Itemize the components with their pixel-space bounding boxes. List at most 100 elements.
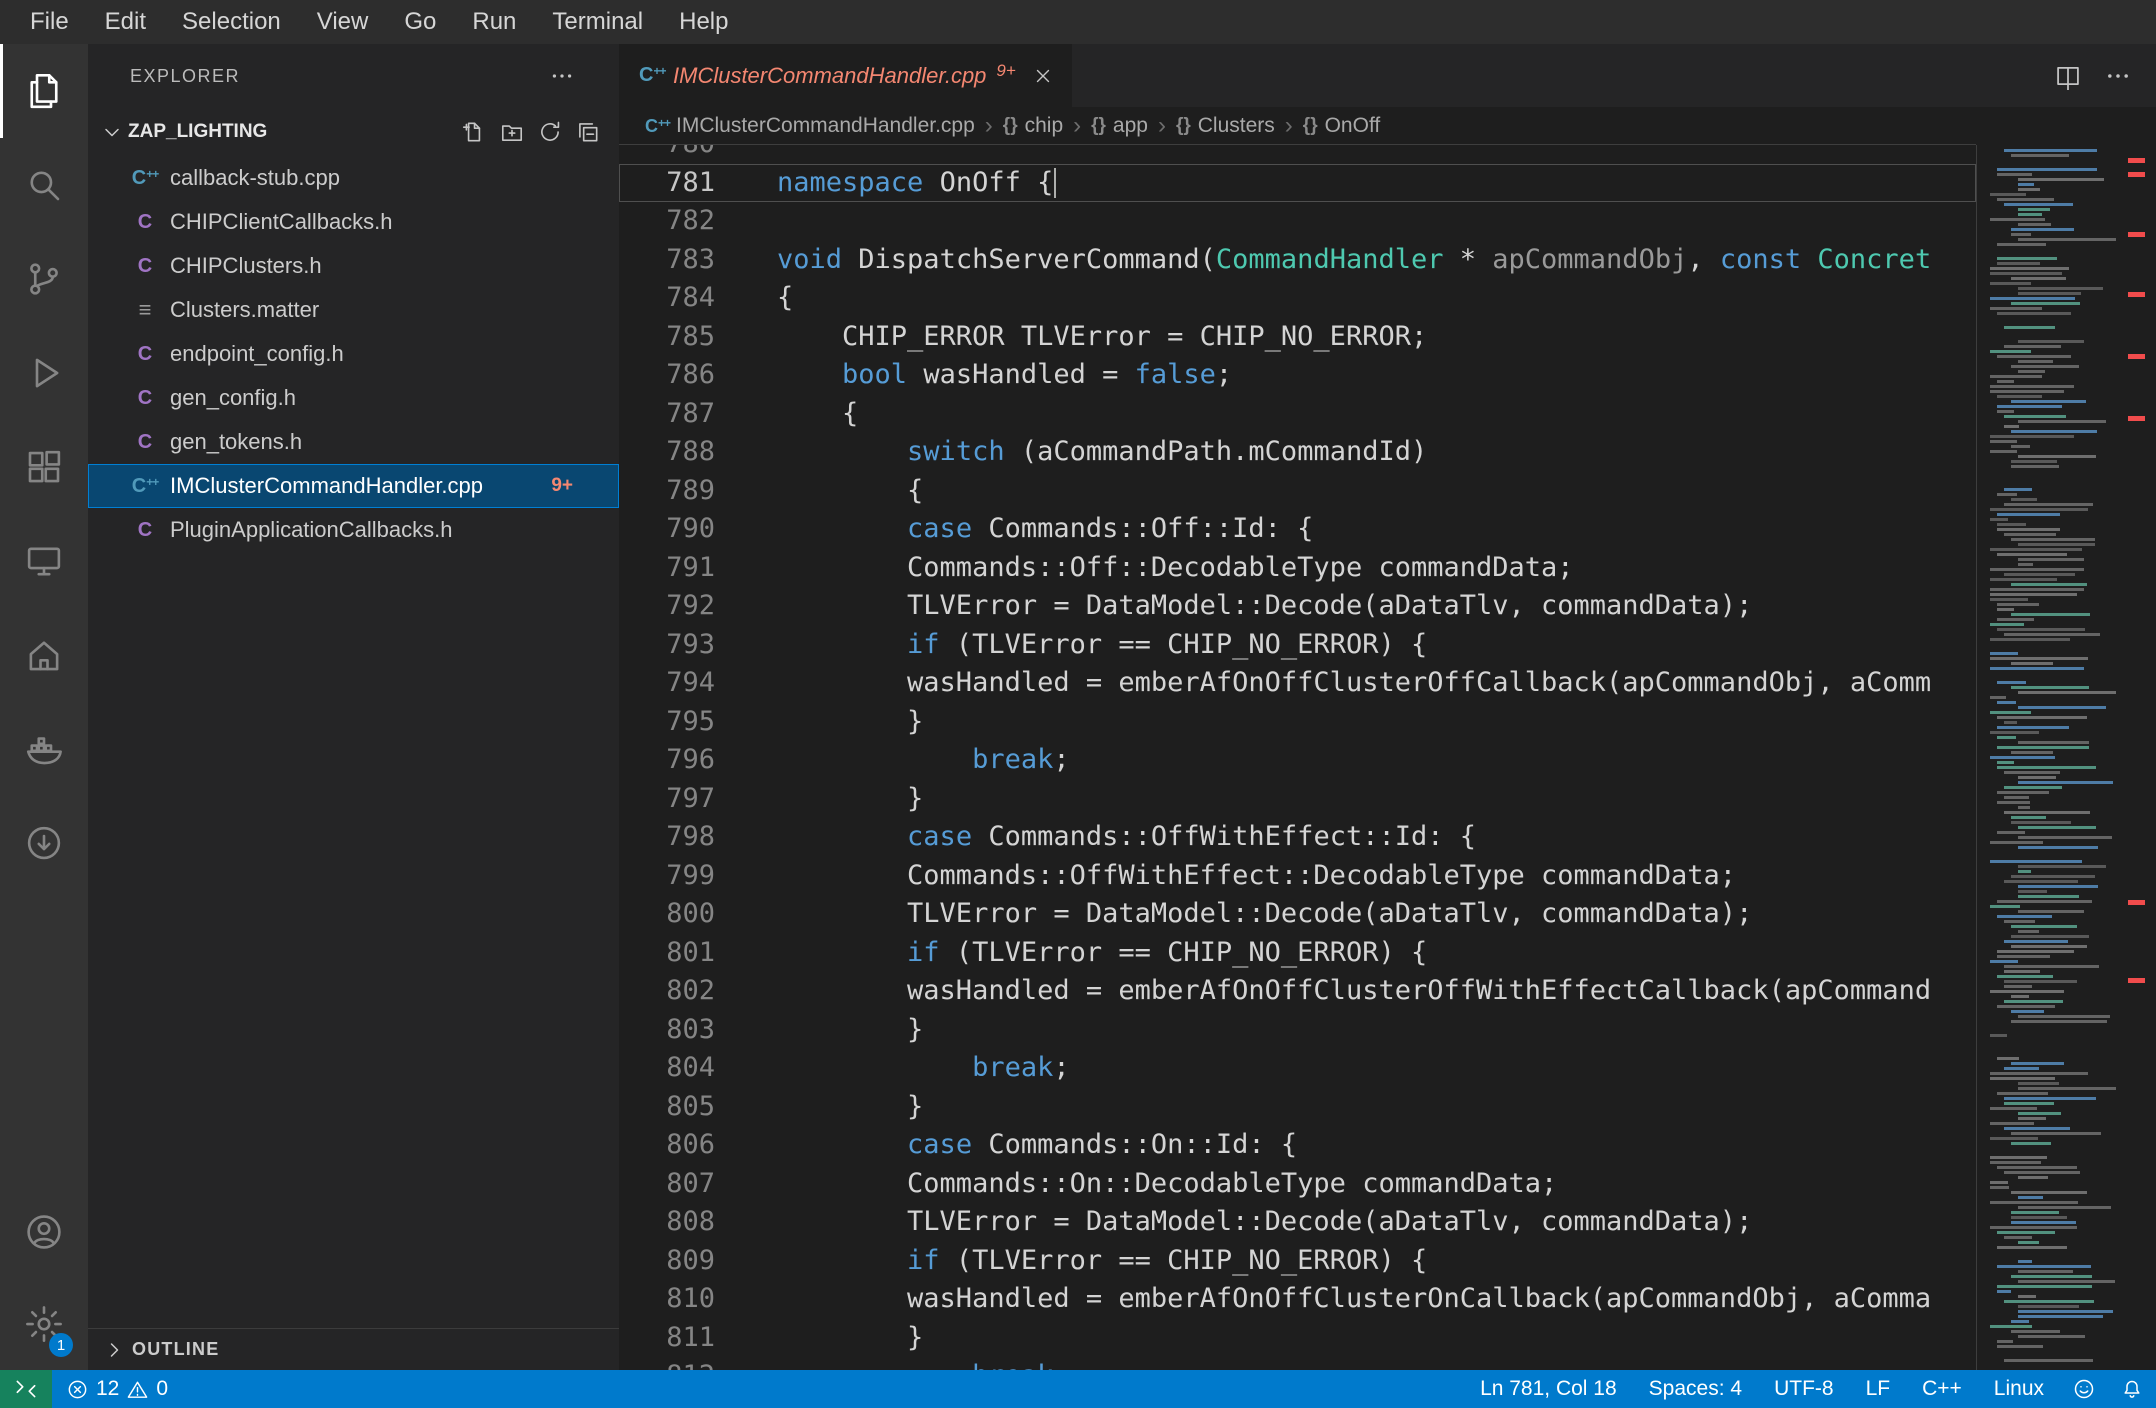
code-line-797[interactable]: 797 } xyxy=(619,780,1976,819)
file-item-CHIPClientCallbacks.h[interactable]: C CHIPClientCallbacks.h xyxy=(88,200,619,244)
menu-terminal[interactable]: Terminal xyxy=(534,0,661,44)
remote-indicator[interactable] xyxy=(0,1370,52,1408)
file-item-callback-stub.cpp[interactable]: C++ callback-stub.cpp xyxy=(88,156,619,200)
code-line-805[interactable]: 805 } xyxy=(619,1088,1976,1127)
status-indentation[interactable]: Spaces: 4 xyxy=(1633,1377,1758,1401)
line-number[interactable]: 791 xyxy=(619,549,715,588)
line-number[interactable]: 804 xyxy=(619,1049,715,1088)
code-line-781[interactable]: 781 namespace OnOff { xyxy=(619,163,1976,202)
file-item-endpoint_config.h[interactable]: Cendpoint_config.h xyxy=(88,332,619,376)
status-eol[interactable]: LF xyxy=(1850,1377,1907,1401)
folder-section-header[interactable]: ZAP_LIGHTING xyxy=(88,108,619,156)
status-feedback-smiley-button[interactable] xyxy=(2060,1370,2108,1408)
code-line-799[interactable]: 799 Commands::OffWithEffect::DecodableTy… xyxy=(619,857,1976,896)
line-number[interactable]: 793 xyxy=(619,626,715,665)
code-line-802[interactable]: 802 wasHandled = emberAfOnOffClusterOffW… xyxy=(619,972,1976,1011)
menu-edit[interactable]: Edit xyxy=(87,0,164,44)
code-line-785[interactable]: 785 CHIP_ERROR TLVError = CHIP_NO_ERROR; xyxy=(619,318,1976,357)
code-line-796[interactable]: 796 break; xyxy=(619,741,1976,780)
line-number[interactable]: 790 xyxy=(619,510,715,549)
code-line-780[interactable]: 780 xyxy=(619,145,1976,164)
line-number[interactable]: 805 xyxy=(619,1088,715,1127)
new-folder-icon[interactable] xyxy=(499,119,525,145)
code-line-791[interactable]: 791 Commands::Off::DecodableType command… xyxy=(619,549,1976,588)
code-line-783[interactable]: 783 void DispatchServerCommand(CommandHan… xyxy=(619,241,1976,280)
refresh-icon[interactable] xyxy=(537,119,563,145)
code-line-788[interactable]: 788 switch (aCommandPath.mCommandId) xyxy=(619,433,1976,472)
line-number[interactable]: 801 xyxy=(619,934,715,973)
file-item-Clusters.matter[interactable]: ≡ Clusters.matter xyxy=(88,288,619,332)
code-line-811[interactable]: 811 } xyxy=(619,1319,1976,1358)
code-line-793[interactable]: 793 if (TLVError == CHIP_NO_ERROR) { xyxy=(619,626,1976,665)
split-editor-icon[interactable] xyxy=(2054,62,2082,90)
line-number[interactable]: 807 xyxy=(619,1165,715,1204)
code-line-806[interactable]: 806 case Commands::On::Id: { xyxy=(619,1126,1976,1165)
breadcrumb-Clusters[interactable]: {} Clusters xyxy=(1176,114,1275,138)
line-number[interactable]: 787 xyxy=(619,395,715,434)
line-number[interactable]: 794 xyxy=(619,664,715,703)
menu-help[interactable]: Help xyxy=(661,0,746,44)
activity-item-home[interactable] xyxy=(0,608,88,702)
activity-item-source-control[interactable] xyxy=(0,232,88,326)
code-line-789[interactable]: 789 { xyxy=(619,472,1976,511)
minimap[interactable] xyxy=(1987,145,2118,1370)
activity-item-remote-explorer[interactable] xyxy=(0,514,88,608)
code-line-809[interactable]: 809 if (TLVError == CHIP_NO_ERROR) { xyxy=(619,1242,1976,1281)
tab-active-file[interactable]: C++ IMClusterCommandHandler.cpp 9+ xyxy=(619,44,1072,107)
activity-item-downloads[interactable] xyxy=(0,796,88,890)
menu-go[interactable]: Go xyxy=(386,0,454,44)
code-line-790[interactable]: 790 case Commands::Off::Id: { xyxy=(619,510,1976,549)
code-line-807[interactable]: 807 Commands::On::DecodableType commandD… xyxy=(619,1165,1976,1204)
code-line-800[interactable]: 800 TLVError = DataModel::Decode(aDataTl… xyxy=(619,895,1976,934)
close-icon[interactable] xyxy=(1032,65,1054,87)
menu-selection[interactable]: Selection xyxy=(164,0,299,44)
line-number[interactable]: 808 xyxy=(619,1203,715,1242)
code-line-810[interactable]: 810 wasHandled = emberAfOnOffClusterOnCa… xyxy=(619,1280,1976,1319)
line-number[interactable]: 796 xyxy=(619,741,715,780)
code-line-782[interactable]: 782 xyxy=(619,202,1976,241)
new-file-icon[interactable] xyxy=(461,119,487,145)
line-number[interactable]: 785 xyxy=(619,318,715,357)
activity-item-search[interactable] xyxy=(0,138,88,232)
file-item-IMClusterCommandHandler.cpp[interactable]: C++ IMClusterCommandHandler.cpp 9+ xyxy=(88,464,619,508)
line-number[interactable]: 811 xyxy=(619,1319,715,1358)
line-number[interactable]: 798 xyxy=(619,818,715,857)
menu-run[interactable]: Run xyxy=(454,0,534,44)
code-line-786[interactable]: 786 bool wasHandled = false; xyxy=(619,356,1976,395)
code-editor[interactable]: 780781namespace OnOff {782783 void Dispat… xyxy=(619,145,2156,1370)
activity-item-explorer[interactable] xyxy=(0,44,88,138)
problems-indicator[interactable]: 12 0 xyxy=(52,1377,182,1401)
line-number[interactable]: 812 xyxy=(619,1357,715,1370)
line-number[interactable]: 800 xyxy=(619,895,715,934)
activity-item-settings[interactable]: 1 xyxy=(0,1278,88,1370)
line-number[interactable]: 797 xyxy=(619,780,715,819)
breadcrumb-IMClusterCommandHandler.cpp[interactable]: C++ IMClusterCommandHandler.cpp xyxy=(645,114,975,138)
outline-section[interactable]: OUTLINE xyxy=(88,1328,619,1370)
file-item-PluginApplicationCallbacks.h[interactable]: C PluginApplicationCallbacks.h xyxy=(88,508,619,552)
activity-item-docker[interactable] xyxy=(0,702,88,796)
menu-file[interactable]: File xyxy=(12,0,87,44)
code-line-787[interactable]: 787 { xyxy=(619,395,1976,434)
activity-item-accounts[interactable] xyxy=(0,1186,88,1278)
line-number[interactable]: 784 xyxy=(619,279,715,318)
line-number[interactable]: 810 xyxy=(619,1280,715,1319)
status-cursor-position[interactable]: Ln 781, Col 18 xyxy=(1464,1377,1633,1401)
breadcrumb-chip[interactable]: {} chip xyxy=(1003,114,1063,138)
line-number[interactable]: 806 xyxy=(619,1126,715,1165)
line-number[interactable]: 789 xyxy=(619,472,715,511)
line-number[interactable]: 809 xyxy=(619,1242,715,1281)
activity-item-extensions[interactable] xyxy=(0,420,88,514)
code-line-812[interactable]: 812 break; xyxy=(619,1357,1976,1370)
activity-item-run-debug[interactable] xyxy=(0,326,88,420)
line-number[interactable]: 783 xyxy=(619,241,715,280)
file-item-gen_tokens.h[interactable]: Cgen_tokens.h xyxy=(88,420,619,464)
code-line-794[interactable]: 794 wasHandled = emberAfOnOffClusterOffC… xyxy=(619,664,1976,703)
collapse-all-icon[interactable] xyxy=(575,119,601,145)
file-item-gen_config.h[interactable]: Cgen_config.h xyxy=(88,376,619,420)
status-encoding[interactable]: UTF-8 xyxy=(1758,1377,1850,1401)
status-remote-os[interactable]: Linux xyxy=(1978,1377,2060,1401)
line-number[interactable]: 792 xyxy=(619,587,715,626)
line-number[interactable]: 788 xyxy=(619,433,715,472)
status-language-mode[interactable]: C++ xyxy=(1906,1377,1978,1401)
code-line-795[interactable]: 795 } xyxy=(619,703,1976,742)
